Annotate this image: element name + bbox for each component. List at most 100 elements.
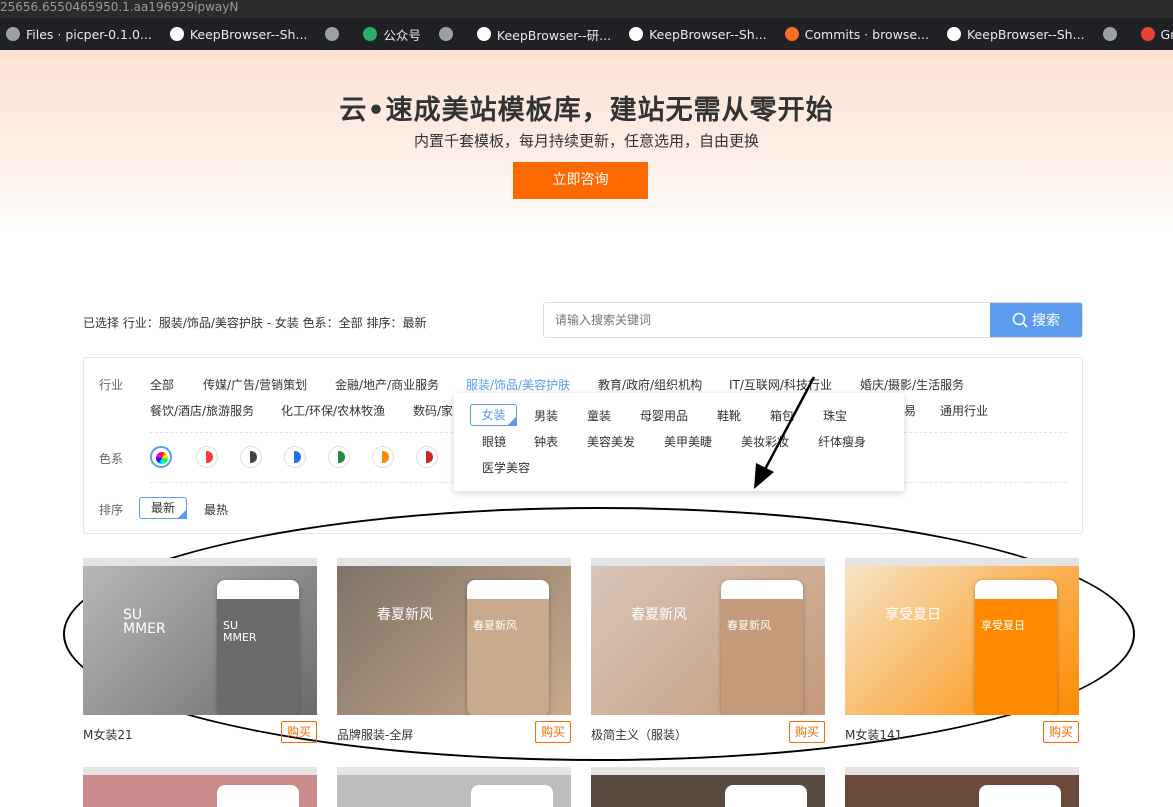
sub-industry-item-selected[interactable]: 女装 [470,404,517,426]
sub-industry-item[interactable]: 眼镜 [482,433,506,450]
mobile-preview: 春夏新风 [721,580,803,715]
mobile-preview-text: 春夏新风 [473,619,517,632]
template-card[interactable]: 春夏新风 春夏新风品牌服装-全屏 购买 [337,558,571,743]
template-thumbnail-next-row[interactable] [845,767,1079,807]
sort-hottest[interactable]: 最热 [204,501,228,518]
keepbrowser-icon [169,27,184,41]
color-swatch[interactable] [416,446,438,468]
industry-item[interactable]: 数码/家 [413,402,453,419]
industry-item[interactable]: 金融/地产/商业服务 [335,376,439,393]
template-thumbnail[interactable]: 享受夏日 享受夏日 [845,558,1079,715]
search-button-label: 搜索 [1032,313,1060,329]
template-thumbnail-next-row[interactable] [337,767,571,807]
bookmark-item[interactable]: Commits · browse... [784,26,929,42]
buy-button[interactable]: 购买 [789,721,825,743]
sort-label: 排序 [99,503,124,517]
bookmark-label: Files · picper-0.1.0... [26,26,152,42]
bookmark-label: KeepBrowser--研... [496,27,612,43]
hero-title: 云•速成美站模板库，建站无需从零开始 [339,95,834,126]
sort-newest[interactable]: 最新 [139,497,187,519]
mobile-preview [471,785,553,807]
color-dot [245,451,257,463]
thumbnail-banner-text: SU MMER [123,607,166,637]
browser-frame-bar [845,558,1079,566]
industry-item[interactable]: 餐饮/酒店/旅游服务 [150,402,254,419]
bookmark-item[interactable]: KeepBrowser--研... [476,25,612,44]
template-name: 品牌服装-全屏 [337,728,414,742]
template-card[interactable]: 享受夏日 享受夏日 M女装141 购买 [845,558,1079,743]
address-bar[interactable]: 25656.6550465950.1.aa196929ipwayN [0,0,1173,18]
bookmark-label: Commits · browse... [804,26,929,42]
buy-button[interactable]: 购买 [281,721,317,743]
color-swatch[interactable] [284,446,306,468]
bookmark-label: KeepBrowser--Sh... [189,26,308,42]
sub-industry-dropdown: 女装 男装 童装 母婴用品 鞋靴 箱包 珠宝 眼镜 钟表 美容美发 美甲美睫 美妆彩妆 纤体瘦身 医学美容 [454,393,904,491]
bookmark-item[interactable] [438,27,459,41]
color-all-swatch[interactable] [150,446,172,468]
industry-item[interactable]: 教育/政府/组织机构 [598,376,702,393]
color-dot [289,451,301,463]
template-thumbnail-next-row[interactable] [83,767,317,807]
sub-industry-item[interactable]: 童装 [587,407,611,424]
industry-item[interactable]: 婚庆/摄影/生活服务 [860,376,964,393]
sub-industry-item[interactable]: 男装 [534,407,558,424]
wechat-icon [363,27,378,41]
template-name: 极简主义（服装） [591,728,688,742]
browser-frame-bar [591,558,825,566]
mobile-preview-text: 春夏新风 [727,619,771,632]
color-swatch[interactable] [372,446,394,468]
bookmark-item[interactable] [325,27,345,41]
template-card[interactable]: SU MMER SU MMER M女装21 购买 [83,558,317,743]
mobile-preview [217,785,299,807]
browser-frame-bar [83,767,317,775]
template-thumbnail[interactable]: SU MMER SU MMER [83,558,317,715]
consult-button[interactable]: 立即咨询 [513,162,648,199]
industry-item[interactable]: 服装/饰品/美容护肤 [466,376,570,393]
template-thumbnail-next-row[interactable] [591,767,825,807]
color-swatch[interactable] [240,446,262,468]
bookmark-item[interactable]: Gmail [1140,26,1173,42]
industry-item[interactable]: 传媒/广告/营销策划 [203,376,307,393]
bookmark-item[interactable]: Files · picper-0.1.0... [6,27,152,42]
gmail-icon [1140,27,1155,41]
mobile-preview [725,785,807,807]
sub-industry-item[interactable]: 母婴用品 [640,407,688,424]
mobile-preview-text: SU MMER [223,619,257,644]
sub-industry-item[interactable]: 美甲美睫 [664,433,712,450]
industry-item[interactable]: 通用行业 [940,402,988,419]
sub-industry-item[interactable]: 医学美容 [482,459,530,476]
color-swatch[interactable] [328,446,350,468]
template-thumbnail[interactable]: 春夏新风 春夏新风 [337,558,571,715]
search-input[interactable] [544,303,990,337]
bookmark-item[interactable]: 公众号 [363,25,421,44]
browser-frame-bar [83,558,317,566]
bookmark-label: KeepBrowser--Sh... [966,26,1085,42]
bookmark-item[interactable]: KeepBrowser--Sh... [629,27,767,42]
globe-icon [1102,27,1117,41]
bookmark-item[interactable]: KeepBrowser--Sh... [169,26,308,42]
industry-item[interactable]: 化工/环保/农林牧渔 [281,402,385,419]
bookmarks-bar: Files · picper-0.1.0... KeepBrowser--Sh..… [0,18,1173,50]
sort-label-text: 最新 [150,501,175,515]
keepbrowser-icon [946,27,961,41]
sub-industry-label: 女装 [481,408,506,422]
industry-label: 行业 [99,378,124,392]
color-label: 色系 [99,452,124,466]
search-button[interactable]: 搜索 [990,303,1082,337]
color-swatch[interactable] [196,446,218,468]
template-thumbnail[interactable]: 春夏新风 春夏新风 [591,558,825,715]
search-icon [1012,312,1028,328]
bookmark-label: Gmail [1160,26,1173,42]
sub-industry-item[interactable]: 钟表 [534,433,558,450]
bookmark-item[interactable]: KeepBrowser--Sh... [946,26,1085,42]
sub-industry-item[interactable]: 鞋靴 [717,407,741,424]
bookmark-label: 公众号 [383,27,421,43]
template-card[interactable]: 春夏新风 春夏新风极简主义（服装） 购买 [591,558,825,743]
buy-button[interactable]: 购买 [1043,721,1079,743]
buy-button[interactable]: 购买 [535,721,571,743]
industry-item[interactable]: 全部 [150,376,174,393]
color-dot [201,451,213,463]
sub-industry-item[interactable]: 美容美发 [587,433,635,450]
bookmark-item[interactable] [1102,27,1123,41]
industry-item[interactable]: 易 [904,402,916,419]
